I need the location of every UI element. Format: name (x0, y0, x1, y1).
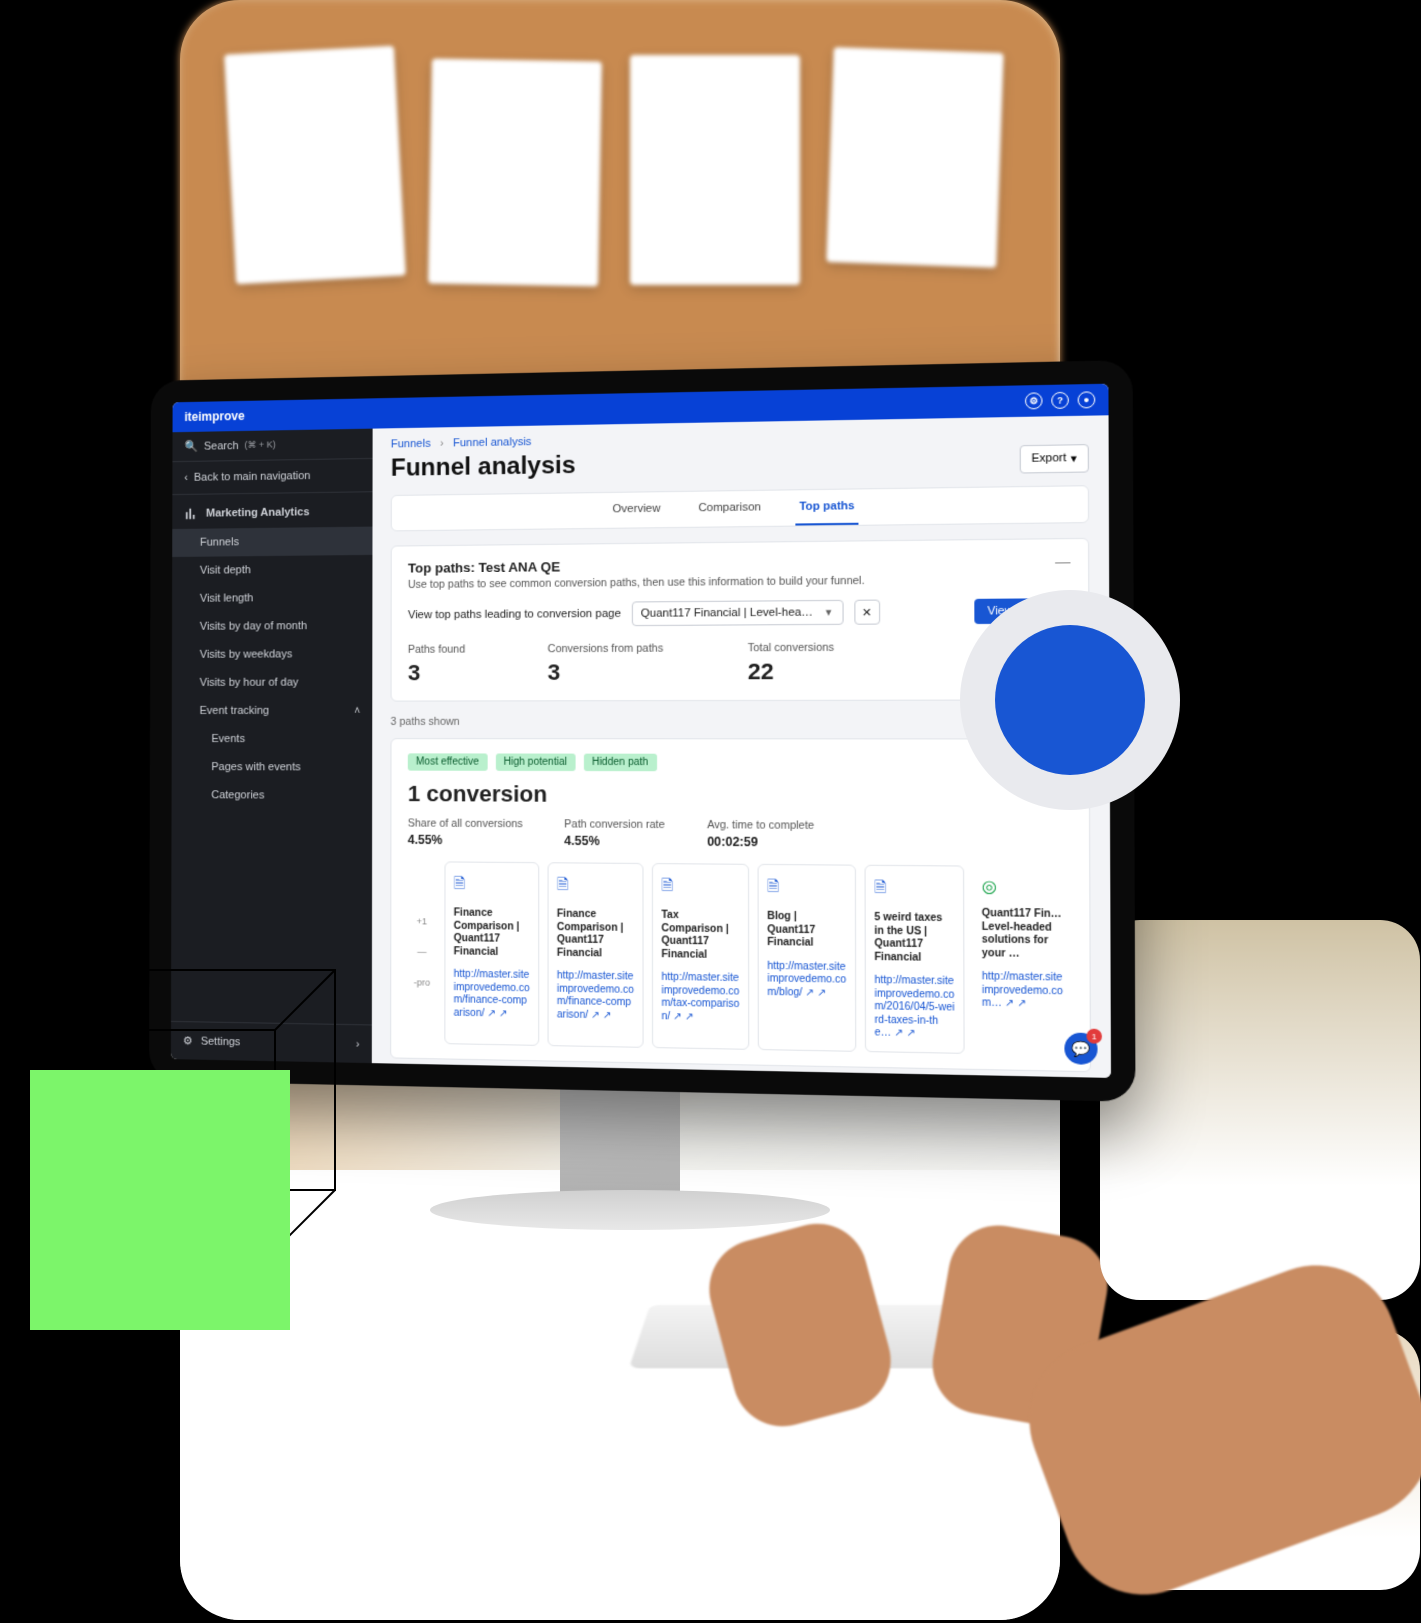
close-icon: ✕ (862, 605, 872, 619)
sidebar-item-visits-hour[interactable]: Visits by hour of day (172, 668, 372, 697)
conversion-page-select[interactable]: Quant117 Financial | Level-hea… ▼ (631, 600, 843, 626)
path-step-url[interactable]: http://master.siteimprovedemo.com/financ… (557, 970, 634, 1023)
path-step-url[interactable]: http://master.siteimprovedemo.com/financ… (454, 969, 530, 1021)
pinned-paper (224, 46, 406, 285)
page-icon: 🗎 (454, 873, 530, 898)
metric-share: Share of all conversions 4.55% (408, 817, 523, 847)
stat-conversions-from-paths: Conversions from paths 3 (548, 642, 664, 686)
clear-filter-button[interactable]: ✕ (854, 600, 880, 625)
sidebar-section-header: Marketing Analytics (172, 492, 372, 529)
metric-time: Avg. time to complete 00:02:59 (707, 819, 814, 850)
path-flow: +1 — -pro 🗎 Finance Comparison | Quant11… (408, 861, 1073, 1055)
goal-icon: ◎ (982, 876, 1063, 898)
user-icon[interactable]: ● (1078, 391, 1096, 408)
gear-icon[interactable]: ⚙ (1025, 392, 1043, 409)
path-step-url[interactable]: http://master.siteimprovedemo.com/blog/ … (767, 960, 846, 1000)
sidebar-item-visits-weekday[interactable]: Visits by weekdays (172, 640, 372, 669)
notification-badge: 1 (1086, 1029, 1102, 1044)
chevron-left-icon: ‹ (184, 472, 188, 484)
monitor-stand-base (430, 1190, 830, 1230)
sidebar-item-visit-length[interactable]: Visit length (172, 583, 372, 613)
tab-comparison[interactable]: Comparison (694, 491, 765, 527)
badge-hidden-path: Hidden path (584, 754, 657, 772)
chevron-up-icon: ˄ (354, 705, 360, 716)
photo-backdrop-side (1100, 920, 1420, 1300)
chat-icon: 💬 (1071, 1039, 1090, 1057)
metric-rate: Path conversion rate 4.55% (564, 818, 665, 848)
path-step-card[interactable]: 🗎 Tax Comparison | Quant117 Financial ht… (652, 863, 749, 1049)
page-icon: 🗎 (874, 876, 954, 902)
collapse-button[interactable]: — (1055, 554, 1070, 569)
brand-name: iteimprove (184, 409, 244, 424)
path-step-url[interactable]: http://master.siteimprovedemo.com… ↗ (982, 971, 1063, 1012)
stat-total-conversions: Total conversions 22 (748, 642, 835, 686)
filter-label: View top paths leading to conversion pag… (408, 608, 621, 622)
help-icon[interactable]: ? (1051, 392, 1069, 409)
conversion-title: 1 conversion (408, 781, 1072, 811)
decor-green-square (30, 1070, 290, 1330)
path-step-card[interactable]: 🗎 5 weird taxes in the US | Quant117 Fin… (865, 865, 965, 1054)
sidebar-search[interactable]: 🔍 Search (⌘ + K) (172, 429, 372, 462)
breadcrumb-link[interactable]: Funnels (391, 438, 431, 451)
sidebar-item-event-tracking[interactable]: Event tracking ˄ (172, 697, 373, 725)
search-label: Search (204, 440, 239, 453)
path-step-url[interactable]: http://master.siteimprovedemo.com/tax-co… (661, 972, 739, 1025)
conversion-path-card: Most effective High potential Hidden pat… (390, 738, 1091, 1072)
stat-paths-found: Paths found 3 (408, 643, 465, 686)
page-icon: 🗎 (557, 874, 634, 899)
sidebar-item-visits-dom[interactable]: Visits by day of month (172, 612, 372, 641)
sidebar-item-categories[interactable]: Categories (172, 781, 373, 810)
back-to-main-nav[interactable]: ‹ Back to main navigation (172, 458, 372, 495)
sidebar-item-events[interactable]: Events (172, 725, 373, 753)
top-paths-subheading: Use top paths to see common conversion p… (408, 573, 1071, 591)
export-button[interactable]: Export ▾ (1019, 444, 1089, 473)
pinned-paper (428, 59, 602, 287)
badge-high-potential: High potential (495, 753, 575, 771)
sidebar-item-funnels[interactable]: Funnels (172, 527, 372, 557)
path-step-card[interactable]: 🗎 Finance Comparison | Quant117 Financia… (548, 862, 644, 1047)
decor-blue-dot (960, 590, 1180, 810)
chevron-down-icon: ▾ (1071, 451, 1077, 465)
top-paths-heading: Top paths: Test ANA QE (408, 554, 1071, 576)
path-step-card[interactable]: 🗎 Blog | Quant117 Financial http://maste… (758, 864, 857, 1051)
pinned-paper (826, 47, 1003, 268)
path-step-url[interactable]: http://master.siteimprovedemo.com/2016/0… (874, 975, 954, 1042)
tab-overview[interactable]: Overview (608, 492, 664, 528)
sidebar-item-pages-with-events[interactable]: Pages with events (172, 753, 373, 782)
path-step-card[interactable]: 🗎 Finance Comparison | Quant117 Financia… (444, 861, 539, 1045)
sidebar-item-visit-depth[interactable]: Visit depth (172, 555, 372, 585)
breadcrumb-current: Funnel analysis (453, 436, 532, 450)
search-icon: 🔍 (184, 440, 198, 453)
page-icon: 🗎 (767, 875, 846, 901)
tab-top-paths[interactable]: Top paths (795, 489, 859, 525)
page-title: Funnel analysis (391, 452, 576, 483)
page-icon: 🗎 (661, 874, 739, 900)
chart-icon (184, 507, 198, 521)
pinned-paper (630, 55, 800, 285)
path-goal-card[interactable]: ◎ Quant117 Fin… Level-headed solutions f… (973, 866, 1072, 1056)
search-shortcut: (⌘ + K) (245, 439, 276, 451)
badge-most-effective: Most effective (408, 753, 487, 770)
path-left-stub: +1 — -pro (408, 861, 437, 1043)
chevron-down-icon: ▼ (824, 607, 834, 617)
chevron-right-icon: › (356, 1038, 360, 1050)
chat-fab[interactable]: 💬 1 (1064, 1032, 1097, 1064)
